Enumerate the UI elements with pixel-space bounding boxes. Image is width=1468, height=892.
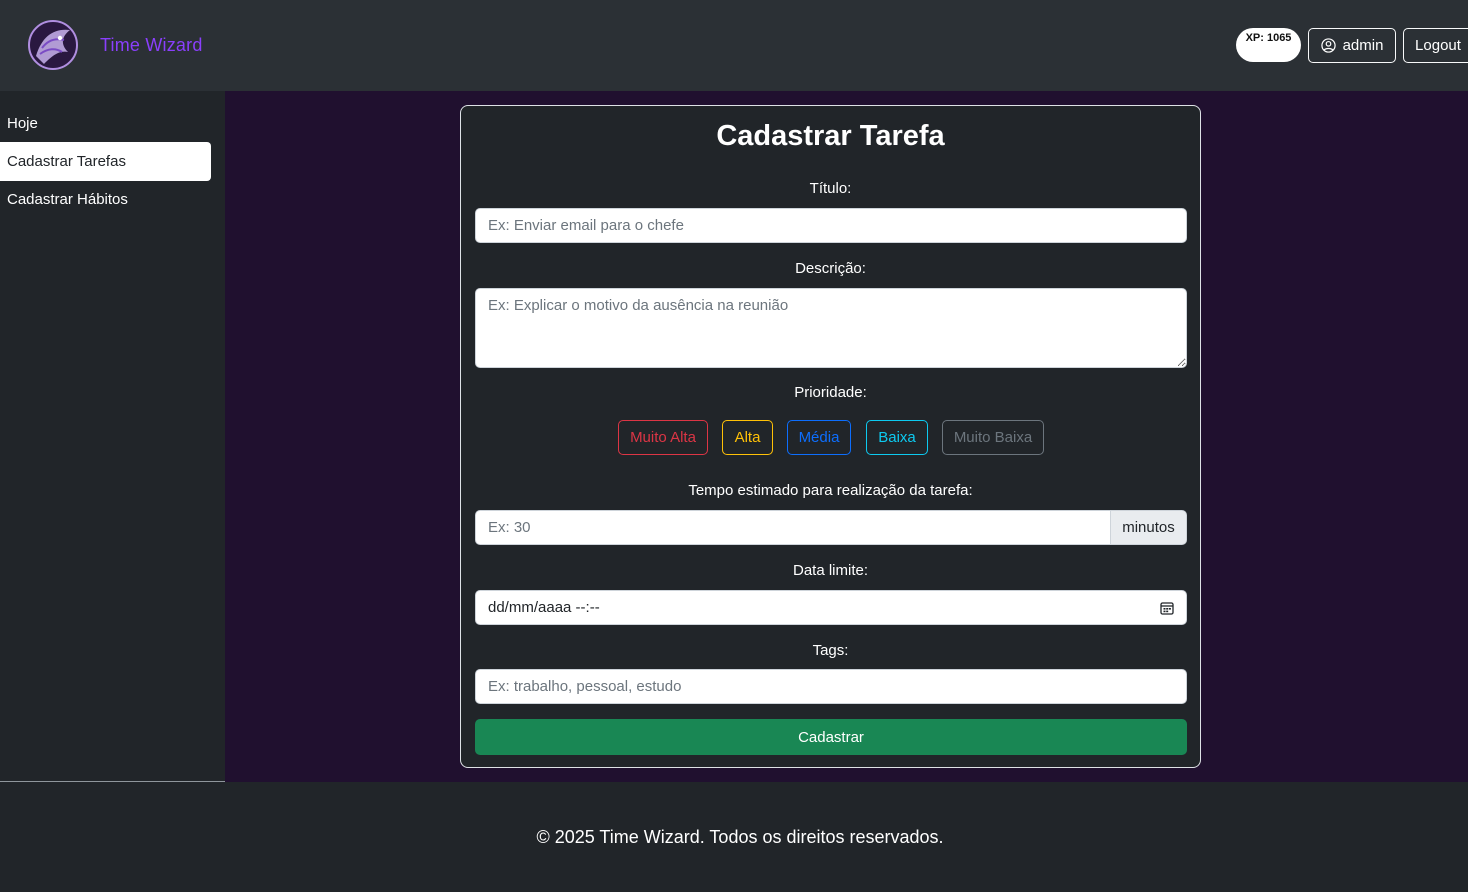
data-limite-value: dd/mm/aaaa --:-- bbox=[488, 599, 600, 616]
sidebar-item-cadastrar-habitos[interactable]: Cadastrar Hábitos bbox=[0, 180, 211, 219]
user-button[interactable]: admin bbox=[1308, 28, 1396, 63]
tempo-input-group: minutos bbox=[475, 510, 1187, 545]
data-limite-label: Data limite: bbox=[792, 562, 869, 579]
sidebar-item-hoje[interactable]: Hoje bbox=[0, 104, 211, 143]
person-circle-icon bbox=[1320, 38, 1336, 53]
priority-muito-alta-button[interactable]: Muito Alta bbox=[618, 420, 708, 455]
tempo-label: Tempo estimado para realização da tarefa… bbox=[688, 482, 973, 499]
priority-muito-baixa-button[interactable]: Muito Baixa bbox=[942, 420, 1044, 455]
main-content: Cadastrar Tarefa Título: Descrição: Prio… bbox=[225, 91, 1468, 782]
descricao-textarea[interactable] bbox=[475, 288, 1187, 368]
footer: © 2025 Time Wizard. Todos os direitos re… bbox=[0, 782, 1468, 892]
priority-alta-button[interactable]: Alta bbox=[722, 420, 773, 455]
tempo-input[interactable] bbox=[475, 510, 1111, 545]
user-button-label: admin bbox=[1342, 37, 1384, 54]
brand-name[interactable]: Time Wizard bbox=[100, 35, 203, 56]
task-form-card: Cadastrar Tarefa Título: Descrição: Prio… bbox=[460, 105, 1201, 768]
priority-baixa-button[interactable]: Baixa bbox=[866, 420, 928, 455]
tempo-unit-addon: minutos bbox=[1111, 510, 1187, 545]
titulo-input[interactable] bbox=[475, 208, 1187, 243]
footer-copyright: © 2025 Time Wizard. Todos os direitos re… bbox=[536, 827, 944, 847]
form-title: Cadastrar Tarefa bbox=[716, 120, 945, 152]
calendar-icon[interactable] bbox=[1160, 601, 1174, 615]
logout-button[interactable]: Logout bbox=[1403, 28, 1468, 63]
priority-media-button[interactable]: Média bbox=[787, 420, 851, 455]
prioridade-label: Prioridade: bbox=[794, 384, 867, 401]
tags-label: Tags: bbox=[812, 642, 849, 659]
top-navbar: Time Wizard XP: 1065 admin Logout bbox=[0, 0, 1468, 91]
cadastrar-button[interactable]: Cadastrar bbox=[475, 719, 1187, 755]
brand[interactable]: Time Wizard bbox=[24, 18, 203, 72]
wizard-logo-icon bbox=[28, 20, 78, 70]
data-limite-input[interactable]: dd/mm/aaaa --:-- bbox=[475, 590, 1187, 625]
descricao-label: Descrição: bbox=[795, 260, 866, 277]
sidebar-item-cadastrar-tarefas[interactable]: Cadastrar Tarefas bbox=[0, 142, 211, 181]
titulo-label: Título: bbox=[809, 180, 852, 197]
xp-badge: XP: 1065 bbox=[1236, 28, 1301, 62]
sidebar: Hoje Cadastrar Tarefas Cadastrar Hábitos bbox=[0, 91, 225, 782]
tags-input[interactable] bbox=[475, 669, 1187, 704]
